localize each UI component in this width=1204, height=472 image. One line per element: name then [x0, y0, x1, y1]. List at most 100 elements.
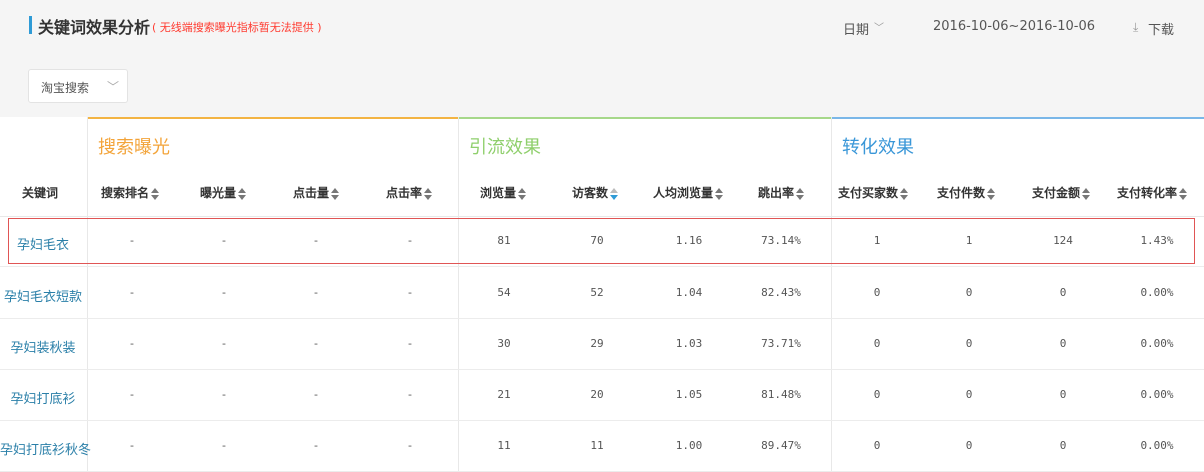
- keyword-link[interactable]: 孕妇装秋装: [10, 337, 75, 356]
- table-row: 孕妇打底衫 - - - - 21 20 1.05 81.48% 0 0 0 0.00%: [0, 370, 1204, 421]
- table-cell: -: [222, 286, 226, 299]
- column-header-paid-items[interactable]: 支付件数: [937, 184, 996, 201]
- table-cell: 89.47%: [761, 439, 801, 452]
- table-cell: 0.00%: [1140, 286, 1174, 299]
- table-cell: 20: [590, 388, 604, 401]
- column-header-pay-conversion[interactable]: 支付转化率: [1117, 184, 1188, 201]
- table-cell: 52: [590, 286, 604, 299]
- column-header-search-rank[interactable]: 搜索排名: [101, 184, 160, 201]
- table-cell: 82.43%: [761, 286, 801, 299]
- sort-icon[interactable]: [900, 187, 909, 200]
- keyword-link[interactable]: 孕妇毛衣短款: [4, 286, 82, 305]
- download-icon[interactable]: ⤓: [1133, 20, 1138, 35]
- table-cell: 70: [590, 234, 604, 247]
- table-cell: 0: [1059, 439, 1067, 452]
- table-cell: -: [314, 388, 318, 401]
- sort-icon[interactable]: [715, 187, 724, 200]
- table-cell: -: [222, 388, 226, 401]
- table-cell: 81: [497, 234, 511, 247]
- table-cell: -: [222, 234, 226, 247]
- column-header-exposure[interactable]: 曝光量: [200, 184, 247, 201]
- column-header-bounce-rate[interactable]: 跳出率: [758, 184, 805, 201]
- table-cell: -: [314, 286, 318, 299]
- table-cell: -: [130, 286, 134, 299]
- source-select[interactable]: 淘宝搜索 ﹀: [28, 69, 128, 103]
- date-range: 2016-10-06~2016-10-06: [933, 19, 1095, 34]
- group-bar: [87, 117, 458, 119]
- table-cell: -: [408, 337, 412, 350]
- column-header-pageviews[interactable]: 浏览量: [480, 184, 527, 201]
- group-label: 转化效果: [842, 137, 914, 158]
- table-cell: 54: [497, 286, 511, 299]
- column-header-avg-pageviews[interactable]: 人均浏览量: [653, 184, 724, 201]
- sort-icon[interactable]: [151, 187, 160, 200]
- sort-icon[interactable]: [238, 187, 247, 200]
- table-cell: 0.00%: [1140, 439, 1174, 452]
- column-header-clicks[interactable]: 点击量: [293, 184, 340, 201]
- group-bar: [831, 117, 1204, 119]
- date-dropdown-label[interactable]: 日期: [843, 19, 869, 38]
- table-cell: 81.48%: [761, 388, 801, 401]
- table-cell: 11: [590, 439, 604, 452]
- sort-icon[interactable]: [331, 187, 340, 200]
- column-header-visitors[interactable]: 访客数: [572, 184, 619, 201]
- sort-icon[interactable]: [1179, 187, 1188, 200]
- table-cell: 1.43%: [1140, 234, 1174, 247]
- sort-icon[interactable]: [1082, 187, 1091, 200]
- table-row: 孕妇毛衣 - - - - 81 70 1.16 73.14% 1 1 124 1.43%: [0, 216, 1204, 267]
- table-cell: -: [130, 439, 134, 452]
- table-cell: 0: [873, 337, 881, 350]
- column-header-paying-buyers[interactable]: 支付买家数: [838, 184, 909, 201]
- column-header-paid-amount[interactable]: 支付金额: [1032, 184, 1091, 201]
- table-cell: -: [130, 388, 134, 401]
- table-cell: 1.00: [675, 439, 703, 452]
- table-row: 孕妇打底衫秋冬 - - - - 11 11 1.00 89.47% 0 0 0 0.00%: [0, 421, 1204, 472]
- column-header-ctr[interactable]: 点击率: [386, 184, 433, 201]
- sort-icon[interactable]: [796, 187, 805, 200]
- table-cell: 11: [497, 439, 511, 452]
- page-subtitle-note: ( 无线端搜索曝光指标暂无法提供 ): [152, 21, 322, 34]
- table-cell: -: [408, 439, 412, 452]
- table-cell: -: [222, 337, 226, 350]
- table-row: 孕妇装秋装 - - - - 30 29 1.03 73.71% 0 0 0 0.00%: [0, 319, 1204, 370]
- table-cell: 73.14%: [761, 234, 801, 247]
- keyword-link[interactable]: 孕妇毛衣: [17, 234, 69, 253]
- table-cell: 0: [965, 388, 973, 401]
- sort-icon[interactable]: [610, 187, 619, 200]
- table-cell: 1: [965, 234, 973, 247]
- group-traffic-effect: 引流效果: [458, 117, 831, 167]
- group-label: 引流效果: [469, 137, 541, 158]
- table-cell: 0: [965, 439, 973, 452]
- table-cell: 30: [497, 337, 511, 350]
- table-cell: 73.71%: [761, 337, 801, 350]
- table-cell: 1.16: [675, 234, 703, 247]
- source-select-value: 淘宝搜索: [41, 81, 90, 95]
- group-bar: [458, 117, 831, 119]
- table-cell: 1.03: [675, 337, 703, 350]
- table-cell: -: [408, 388, 412, 401]
- chevron-down-icon[interactable]: ﹀: [874, 19, 884, 34]
- table-cell: 0: [873, 388, 881, 401]
- table-cell: 1.04: [675, 286, 703, 299]
- group-label: 搜索曝光: [98, 137, 170, 158]
- sort-icon[interactable]: [424, 187, 433, 200]
- table-cell: 0: [1059, 286, 1067, 299]
- keyword-link[interactable]: 孕妇打底衫秋冬: [0, 439, 91, 458]
- sort-icon[interactable]: [987, 187, 996, 200]
- table-cell: -: [314, 439, 318, 452]
- page-title: 关键词效果分析: [38, 18, 151, 37]
- group-conversion-effect: 转化效果: [831, 117, 1204, 167]
- table-cell: -: [408, 286, 412, 299]
- table-cell: 0: [873, 439, 881, 452]
- table-cell: 1.05: [675, 388, 703, 401]
- table-cell: 0.00%: [1140, 337, 1174, 350]
- chevron-down-icon: ﹀: [107, 80, 120, 94]
- download-button[interactable]: 下载: [1148, 19, 1174, 38]
- table-cell: 0: [965, 286, 973, 299]
- sort-icon[interactable]: [518, 187, 527, 200]
- keyword-link[interactable]: 孕妇打底衫: [10, 388, 75, 407]
- table-cell: 1: [873, 234, 881, 247]
- table-cell: -: [314, 337, 318, 350]
- table-cell: -: [222, 439, 226, 452]
- filter-bar: 淘宝搜索 ﹀: [0, 57, 1204, 117]
